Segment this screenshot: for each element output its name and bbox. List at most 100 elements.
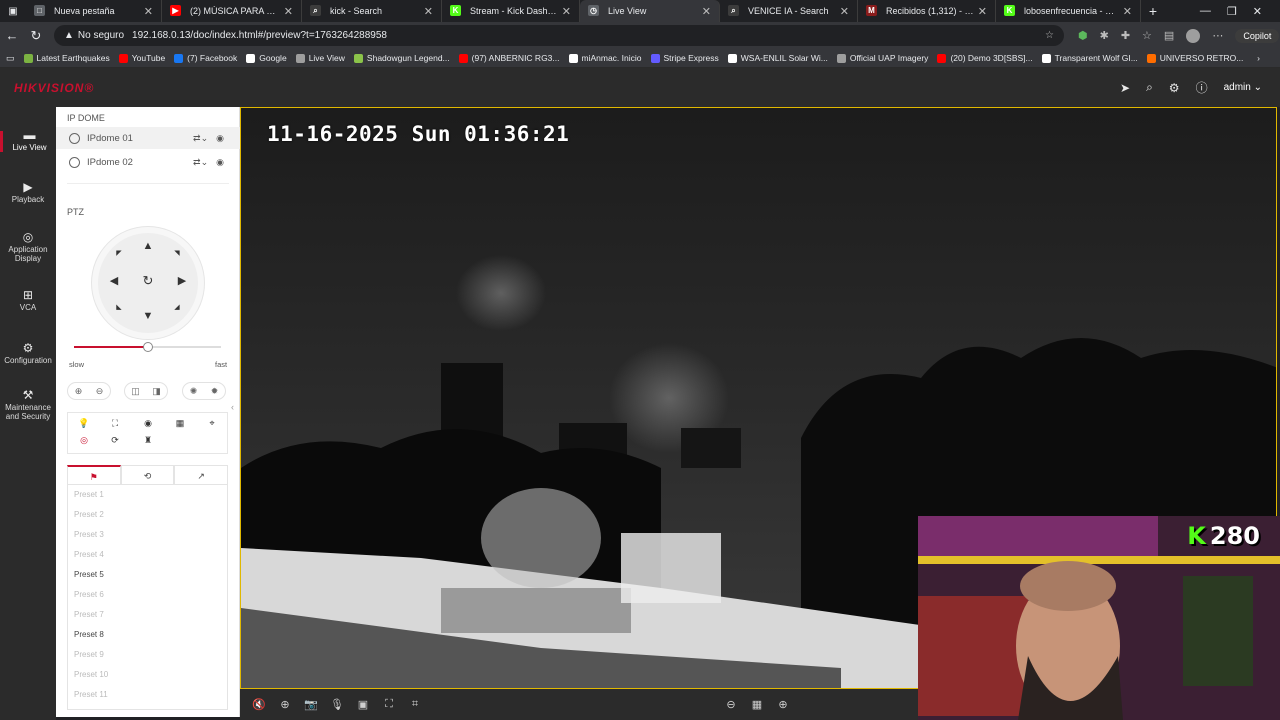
focus-assist-icon[interactable]: ⌖ [206, 418, 218, 429]
insecure-label[interactable]: No seguro [78, 30, 124, 41]
preset-item[interactable]: Preset 4 [68, 545, 227, 565]
ptz-direction-pad[interactable]: ▲ ▼ ◀ ▶ ◤ ◥ ◣ ◢ ↻ [92, 227, 204, 339]
arrow-up-right-icon[interactable]: ◥ [170, 247, 184, 261]
iris-open-icon[interactable]: ✺ [190, 386, 198, 397]
browser-tab[interactable]: □ Nueva pestaña ✕ [26, 0, 162, 22]
new-tab-button[interactable]: + [1141, 3, 1165, 19]
preset-item[interactable]: Preset 2 [68, 505, 227, 525]
puzzle-icon[interactable]: ✚ [1121, 29, 1130, 42]
bookmarks-overflow-icon[interactable]: › [1257, 53, 1280, 63]
preset-item[interactable]: Preset 7 [68, 605, 227, 625]
nav-live-view[interactable]: ▬ Live View [0, 129, 56, 152]
bookmark-item[interactable]: Latest Earthquakes [23, 53, 110, 63]
record-icon[interactable]: ◉ [216, 133, 224, 144]
menu-icon[interactable]: ⋯ [1212, 29, 1223, 42]
bookmark-item[interactable]: (7) Facebook [174, 53, 237, 63]
tab-close-icon[interactable]: ✕ [1123, 5, 1132, 18]
3d-zoom-icon[interactable]: ⛶ [376, 698, 402, 711]
park-icon[interactable]: ♜ [142, 435, 154, 446]
profile-avatar[interactable] [1186, 28, 1201, 43]
bookmark-item[interactable]: Google [246, 53, 287, 63]
arrow-up-icon[interactable]: ▲ [141, 239, 155, 253]
light-icon[interactable]: 💡 [78, 418, 90, 429]
favorites-icon[interactable]: ☆ [1142, 29, 1152, 42]
browser-tab[interactable]: Klobosenfrecuencia - Watch ✕ [996, 0, 1141, 22]
preset-item[interactable]: Preset 5 [68, 565, 227, 585]
fullscreen-region-icon[interactable]: ⌗ [402, 698, 428, 711]
ptz-speed-slider[interactable] [74, 342, 221, 352]
camera-name[interactable]: IPdome 02 [87, 157, 133, 168]
nav-configuration[interactable]: ⚙ Configuration [0, 342, 56, 365]
bookmark-item[interactable]: UNIVERSO RETRO... [1146, 53, 1243, 63]
tab-close-icon[interactable]: ✕ [424, 5, 433, 18]
preset-item[interactable]: Preset 3 [68, 525, 227, 545]
bookmark-item[interactable]: (20) Demo 3D[SBS]... [937, 53, 1033, 63]
bookmark-item[interactable]: Shadowgun Legend... [353, 53, 450, 63]
iris-close-icon[interactable]: ✹ [211, 386, 219, 397]
bookmark-item[interactable]: miAnmac. Inicio [568, 53, 642, 63]
info-icon[interactable]: ⓘ [1196, 79, 1208, 96]
minimize-icon[interactable]: — [1200, 5, 1211, 18]
reload-icon[interactable]: ↻ [24, 28, 48, 44]
bookmark-item[interactable]: Stripe Express [650, 53, 719, 63]
collapse-panel-icon[interactable]: ‹ [231, 402, 234, 412]
preset-item[interactable]: Preset 10 [68, 665, 227, 685]
tab-close-icon[interactable]: ✕ [840, 5, 849, 18]
sidebar-toggle-icon[interactable]: ▭ [6, 53, 15, 64]
layout-icon[interactable]: ▦ [744, 698, 770, 711]
nav-application-display[interactable]: ◎ Application Display [0, 231, 56, 263]
tab-close-icon[interactable]: ✕ [144, 5, 153, 18]
nav-vca[interactable]: ⊞ VCA [0, 289, 56, 312]
user-menu[interactable]: admin ⌄ [1224, 82, 1262, 93]
camera-item[interactable]: IPdome 02 ⇄⌄ ◉ [56, 151, 240, 173]
tab-close-icon[interactable]: ✕ [978, 5, 987, 18]
tab-presets[interactable]: ⚑ [67, 465, 121, 484]
speed-knob[interactable] [142, 342, 153, 352]
browser-tab[interactable]: ⌕ VENICE IA - Search ✕ [720, 0, 858, 22]
next-page-icon[interactable]: ⊕ [770, 698, 796, 711]
restore-icon[interactable]: ❐ [1227, 5, 1237, 18]
manual-tracking-icon[interactable]: ◎ [78, 435, 90, 446]
tab-close-icon[interactable]: ✕ [562, 5, 571, 18]
grid-icon[interactable]: ▦ [174, 418, 186, 429]
extension-icon[interactable]: ✱ [1100, 29, 1109, 42]
focus-far-icon[interactable]: ◨ [152, 386, 161, 397]
wiper-icon[interactable]: ◉ [142, 418, 154, 429]
user-name[interactable]: admin [1224, 82, 1251, 93]
previous-page-icon[interactable]: ⊖ [718, 698, 744, 711]
bookmark-item[interactable]: Official UAP Imagery [836, 53, 928, 63]
preset-item[interactable]: Preset 6 [68, 585, 227, 605]
back-icon[interactable]: ← [0, 28, 24, 43]
audio-mute-icon[interactable]: 🔇 [246, 698, 272, 711]
tab-close-icon[interactable]: ✕ [284, 5, 293, 18]
digital-zoom-icon[interactable]: ⊕ [272, 698, 298, 711]
camera-name[interactable]: IPdome 01 [87, 133, 133, 144]
bookmark-item[interactable]: Live View [295, 53, 345, 63]
stream-switch-icon[interactable]: ⇄⌄ [193, 157, 208, 168]
bookmark-item[interactable]: (97) ANBERNIC RG3... [458, 53, 560, 63]
arrow-up-left-icon[interactable]: ◤ [112, 247, 126, 261]
settings-wizard-icon[interactable]: ⚙ [1169, 81, 1180, 95]
nav-maintenance[interactable]: ⚒ Maintenance and Security [0, 389, 56, 421]
omnibox[interactable]: ▲ No seguro 192.168.0.13/doc/index.html#… [54, 25, 1064, 46]
zoom-in-icon[interactable]: ⊕ [75, 386, 83, 397]
warning-icon[interactable]: ▲ [64, 30, 74, 41]
bookmark-star-icon[interactable]: ☆ [1045, 30, 1054, 41]
preset-item[interactable]: Preset 11 [68, 685, 227, 705]
tab-close-icon[interactable]: ✕ [702, 5, 711, 18]
record-icon[interactable]: ◉ [216, 157, 224, 168]
browser-tab[interactable]: K Stream - Kick Dashboard ✕ [442, 0, 580, 22]
url-text[interactable]: 192.168.0.13/doc/index.html#/preview?t=1… [132, 30, 387, 41]
bookmark-item[interactable]: WSA-ENLIL Solar Wi... [727, 53, 828, 63]
browser-tab[interactable]: M Recibidos (1,312) - lu1dmx ✕ [858, 0, 996, 22]
arrow-down-left-icon[interactable]: ◣ [112, 301, 126, 315]
record-clip-icon[interactable]: ▣ [350, 698, 376, 711]
camera-item[interactable]: IPdome 01 ⇄⌄ ◉ [56, 127, 240, 149]
zoom-out-icon[interactable]: ⊖ [96, 386, 104, 397]
close-window-icon[interactable]: ✕ [1253, 5, 1262, 18]
lens-init-icon[interactable]: ⟳ [109, 435, 121, 446]
bookmark-item[interactable]: YouTube [118, 53, 165, 63]
arrow-down-icon[interactable]: ▼ [141, 309, 155, 323]
3d-positioning-icon[interactable]: ⛶ [109, 418, 121, 429]
arrow-right-icon[interactable]: ▶ [175, 274, 189, 288]
